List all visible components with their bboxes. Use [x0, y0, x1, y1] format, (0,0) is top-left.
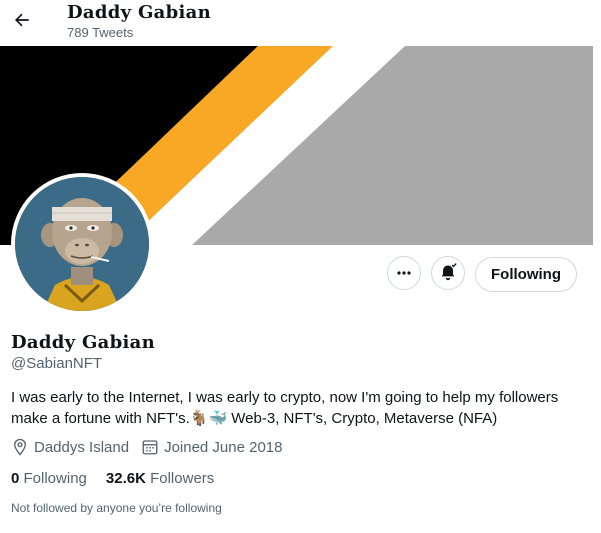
join-date: Joined June 2018	[141, 438, 283, 456]
bio-line1: I was early to the Internet, I was early…	[11, 389, 559, 406]
display-name: Daddy Gabian	[11, 332, 155, 353]
avatar[interactable]	[15, 177, 149, 311]
more-horizontal-icon	[397, 271, 411, 275]
header-title-block: Daddy Gabian 789 Tweets	[67, 2, 211, 41]
join-date-text: Joined June 2018	[164, 438, 283, 456]
location-pin-icon	[14, 438, 26, 456]
followers-link[interactable]: 32.6K Followers	[106, 470, 214, 487]
followers-count: 32.6K	[105, 470, 146, 487]
back-button[interactable]	[8, 6, 36, 34]
bio-line2-tags: Web-3, NFT's, Crypto, Metaverse (NFA)	[231, 410, 498, 427]
arrow-left-icon	[15, 13, 29, 27]
bio-line2-text: make a fortune with NFT's.	[11, 410, 190, 427]
user-handle: @SabianNFT	[11, 355, 103, 372]
followed-by-note: Not followed by anyone you’re following	[11, 501, 222, 515]
following-button[interactable]: Following	[475, 257, 577, 292]
following-label: Following	[23, 470, 87, 487]
location: Daddys Island	[11, 438, 129, 456]
location-text: Daddys Island	[34, 438, 130, 456]
following-link[interactable]: 0 Following	[11, 470, 87, 487]
more-button[interactable]	[387, 256, 421, 290]
bio: I was early to the Internet, I was early…	[11, 387, 586, 429]
bell-icon	[441, 263, 457, 281]
follow-counts: 0 Following 32.6K Followers	[11, 470, 233, 487]
header-title: Daddy Gabian	[67, 2, 211, 23]
top-bar: Daddy Gabian 789 Tweets	[0, 0, 601, 46]
following-count: 0	[11, 470, 20, 487]
tweet-count: 789 Tweets	[67, 25, 134, 40]
right-edge	[593, 0, 601, 533]
calendar-icon	[142, 440, 158, 455]
profile-meta: Daddys Island Joined June 2018	[11, 438, 295, 456]
bio-emoji: 🐐🐳	[189, 410, 228, 427]
notifications-button[interactable]	[431, 256, 465, 290]
followers-label: Followers	[150, 470, 215, 487]
